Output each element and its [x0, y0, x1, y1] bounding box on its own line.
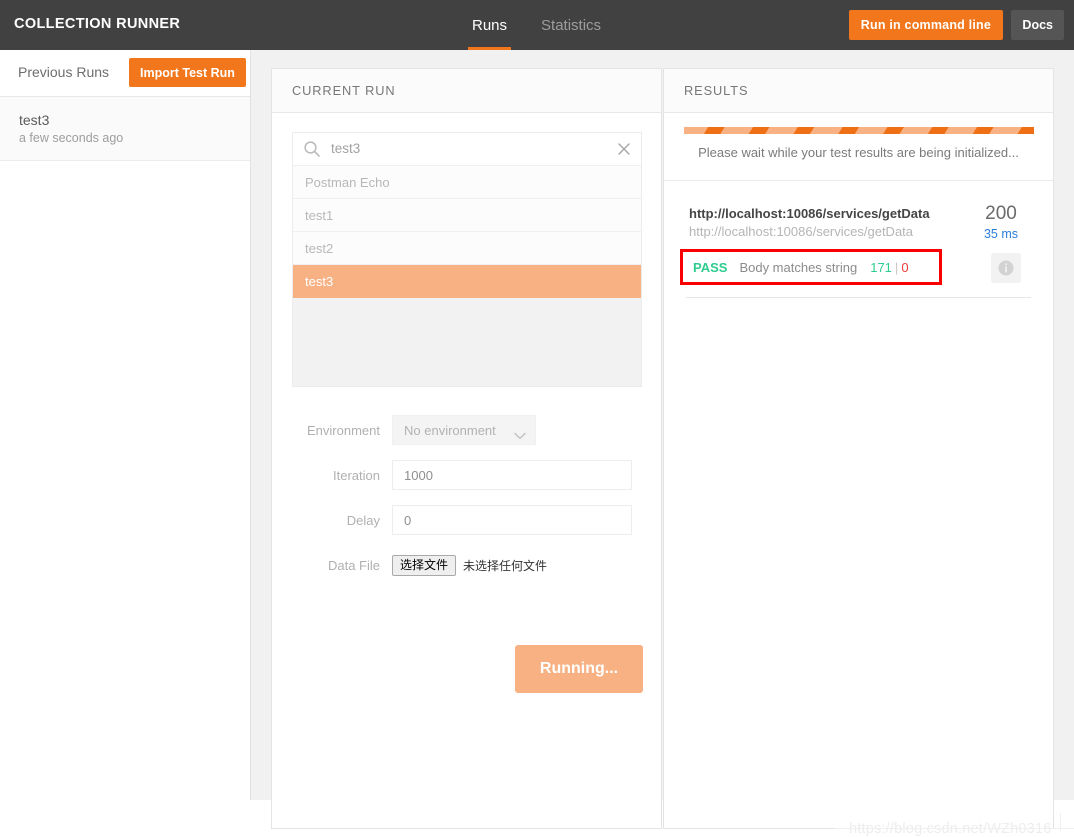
assertion-counts: 171 | 0	[857, 260, 908, 275]
app-title: COLLECTION RUNNER	[14, 16, 181, 32]
iteration-row: Iteration	[292, 460, 642, 490]
iteration-input[interactable]	[392, 460, 632, 490]
sidebar-header: Previous Runs Import Test Run	[0, 50, 250, 97]
choose-file-button[interactable]: 选择文件	[392, 554, 457, 576]
tab-statistics[interactable]: Statistics	[524, 0, 618, 50]
tab-runs[interactable]: Runs	[455, 0, 524, 50]
current-run-panel: CURRENT RUN test3 Postman Echo test1 tes…	[271, 68, 662, 829]
suggestion-label: test1	[305, 207, 334, 223]
list-item[interactable]: test1	[293, 199, 641, 232]
row-divider	[686, 297, 1031, 298]
tab-bar: Runs Statistics	[455, 0, 618, 50]
suggestion-list-filler	[293, 298, 641, 386]
docs-button[interactable]: Docs	[1011, 10, 1064, 40]
environment-label: Environment	[307, 422, 380, 438]
data-file-row: Data File 选择文件 未选择任何文件	[292, 550, 642, 580]
run-button[interactable]: Running...	[515, 645, 643, 693]
list-item[interactable]: Postman Echo	[293, 166, 641, 199]
results-panel: RESULTS Please wait while your test resu…	[663, 68, 1054, 829]
watermark-text: https://blog.csdn.net/WZh0316	[849, 821, 1052, 837]
iteration-label: Iteration	[333, 467, 380, 483]
results-header: RESULTS	[664, 69, 1053, 113]
delay-label: Delay	[346, 512, 380, 528]
run-name: test3	[19, 112, 50, 128]
pass-count: 171	[870, 259, 892, 275]
search-icon	[303, 140, 321, 158]
response-time: 35 ms	[983, 227, 1019, 241]
delay-input[interactable]	[392, 505, 632, 535]
chevron-down-icon	[514, 427, 526, 440]
status-badge: PASS	[693, 259, 728, 275]
close-icon[interactable]	[616, 141, 632, 157]
sidebar: Previous Runs Import Test Run test3 a fe…	[0, 50, 251, 800]
environment-row: Environment No environment	[292, 415, 642, 445]
progress-bar	[684, 127, 1034, 134]
search-value: test3	[331, 141, 361, 156]
status-code: 200	[985, 203, 1017, 224]
list-item[interactable]: test2	[293, 232, 641, 265]
watermark-tick	[1060, 813, 1061, 831]
wait-message: Please wait while your test results are …	[698, 145, 1019, 160]
table-row: http://localhost:10086/services/getData …	[664, 181, 1053, 298]
run-in-command-line-button[interactable]: Run in command line	[848, 10, 1003, 40]
list-item[interactable]: test3 a few seconds ago	[0, 97, 250, 161]
environment-select[interactable]: No environment	[392, 415, 536, 445]
environment-value: No environment	[404, 422, 496, 438]
assertion-highlight: PASS Body matches string 171 | 0	[680, 249, 942, 285]
suggestion-label: Postman Echo	[305, 174, 390, 190]
fail-count: 0	[901, 259, 909, 275]
list-item-selected[interactable]: test3	[293, 265, 641, 298]
results-title: RESULTS	[684, 83, 749, 98]
top-bar: COLLECTION RUNNER Runs Statistics Run in…	[0, 0, 1074, 50]
data-file-label: Data File	[327, 557, 380, 573]
delay-row: Delay	[292, 505, 642, 535]
previous-runs-label: Previous Runs	[18, 64, 110, 80]
request-url-secondary: http://localhost:10086/services/getData	[689, 224, 914, 239]
run-timestamp: a few seconds ago	[19, 131, 124, 145]
count-separator: |	[894, 259, 899, 275]
current-run-title: CURRENT RUN	[292, 83, 396, 98]
file-status-text: 未选择任何文件	[463, 558, 548, 573]
request-url: http://localhost:10086/services/getData	[689, 206, 930, 221]
suggestion-label: test2	[305, 240, 334, 256]
suggestion-label: test3	[305, 273, 334, 289]
collection-picker: test3 Postman Echo test1 test2 test3	[292, 132, 642, 387]
results-loading: Please wait while your test results are …	[664, 113, 1053, 181]
import-test-run-button[interactable]: Import Test Run	[129, 58, 246, 87]
info-icon[interactable]	[991, 253, 1021, 283]
search-input[interactable]: test3	[293, 133, 641, 166]
assertion-name: Body matches string	[739, 259, 858, 275]
page-body: Previous Runs Import Test Run test3 a fe…	[0, 50, 1074, 837]
current-run-header: CURRENT RUN	[272, 69, 661, 113]
